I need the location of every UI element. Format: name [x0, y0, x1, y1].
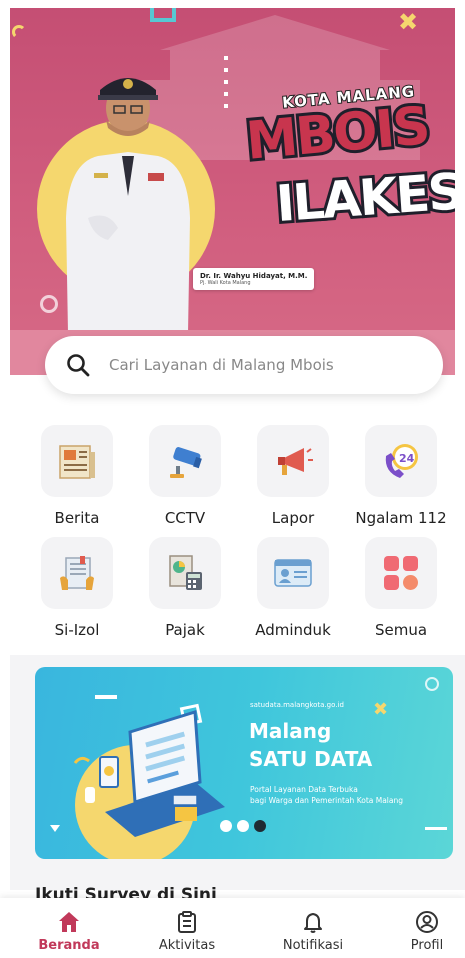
menu-label: Semua — [374, 621, 428, 639]
decorative-ring — [425, 677, 439, 691]
nav-item-aktivitas[interactable]: Aktivitas — [142, 910, 232, 953]
search-bar[interactable] — [45, 336, 443, 394]
decorative-cross: ✖ — [373, 699, 389, 720]
id-card-icon — [257, 537, 329, 609]
hero-frame-top — [0, 0, 465, 8]
emergency-call-24-icon: 24 — [365, 425, 437, 497]
nav-label: Aktivitas — [158, 938, 216, 953]
hero-frame-right — [455, 0, 465, 375]
menu-label: Ngalam 112 — [355, 509, 447, 527]
menu-item-si-izol[interactable]: Si-Izol — [27, 537, 127, 639]
newspaper-icon — [41, 425, 113, 497]
carousel-dot[interactable] — [220, 820, 232, 832]
nav-label: Notifikasi — [282, 938, 344, 953]
menu-label: CCTV — [164, 509, 206, 527]
bell-icon — [304, 913, 322, 933]
menu-item-pajak[interactable]: Pajak — [135, 537, 235, 639]
cctv-camera-icon — [149, 425, 221, 497]
official-name: Dr. Ir. Wahyu Hidayat, M.M. — [200, 272, 308, 280]
promo-banner-carousel[interactable]: satudata.malangkota.go.id Malang SATU DA… — [35, 667, 453, 859]
menu-label: Adminduk — [255, 621, 331, 639]
nav-label: Beranda — [38, 938, 100, 953]
search-input[interactable] — [109, 356, 399, 374]
carousel-dot-active[interactable] — [254, 820, 266, 832]
banner-url: satudata.malangkota.go.id — [250, 701, 344, 709]
bottom-navigation: Beranda Aktivitas Notifikasi Profil — [0, 898, 465, 958]
menu-item-berita[interactable]: Berita — [27, 425, 127, 527]
nav-item-notifikasi[interactable]: Notifikasi — [268, 910, 358, 953]
decorative-line — [425, 827, 447, 830]
decorative-cross: ✖ — [398, 8, 419, 36]
document-permit-icon — [41, 537, 113, 609]
decorative-arc — [12, 25, 26, 39]
menu-label: Berita — [54, 509, 100, 527]
brand-main-text: MBOIS — [241, 93, 434, 175]
all-apps-grid-icon — [365, 537, 437, 609]
official-role: Pj. Wali Kota Malang — [200, 280, 251, 286]
carousel-dot[interactable] — [237, 820, 249, 832]
decorative-dots — [224, 56, 228, 116]
menu-item-semua[interactable]: Semua — [351, 537, 451, 639]
menu-label: Lapor — [271, 509, 315, 527]
megaphone-icon — [257, 425, 329, 497]
profile-icon — [416, 911, 438, 933]
tax-calculator-icon — [149, 537, 221, 609]
nav-item-profil[interactable]: Profil — [382, 910, 465, 953]
menu-label: Si-Izol — [54, 621, 100, 639]
brand-logo: KOTA MALANG MBOIS ILAKES! — [241, 81, 465, 236]
home-icon — [59, 912, 79, 932]
data-dashboard-illustration — [73, 695, 225, 837]
official-caption: Dr. Ir. Wahyu Hidayat, M.M. Pj. Wali Kot… — [193, 268, 315, 290]
nav-label: Profil — [410, 938, 444, 953]
official-portrait — [66, 78, 190, 333]
activity-list-icon — [178, 911, 196, 933]
menu-item-lapor[interactable]: Lapor — [243, 425, 343, 527]
menu-item-ngalam-112[interactable]: 24 Ngalam 112 — [351, 425, 451, 527]
search-icon — [67, 354, 90, 377]
hero-banner: ✖ Dr. Ir. Wahyu Hidayat, M.M. Pj. Wali K… — [0, 0, 465, 375]
hero-frame-left — [0, 0, 10, 375]
nav-item-beranda[interactable]: Beranda — [24, 910, 114, 953]
menu-item-adminduk[interactable]: Adminduk — [243, 537, 343, 639]
menu-label: Pajak — [165, 621, 205, 639]
svg-text:24: 24 — [399, 452, 415, 465]
banner-subtitle-line2: bagi Warga dan Pemerintah Kota Malang — [250, 796, 404, 805]
brand-bottom-text: ILAKES! — [271, 158, 465, 236]
banner-title-line2: SATU DATA — [249, 747, 373, 771]
banner-subtitle-line1: Portal Layanan Data Terbuka — [250, 785, 358, 794]
decorative-triangle — [50, 825, 60, 832]
banner-title-line1: Malang — [249, 719, 332, 743]
carousel-indicators — [220, 820, 266, 832]
menu-item-cctv[interactable]: CCTV — [135, 425, 235, 527]
